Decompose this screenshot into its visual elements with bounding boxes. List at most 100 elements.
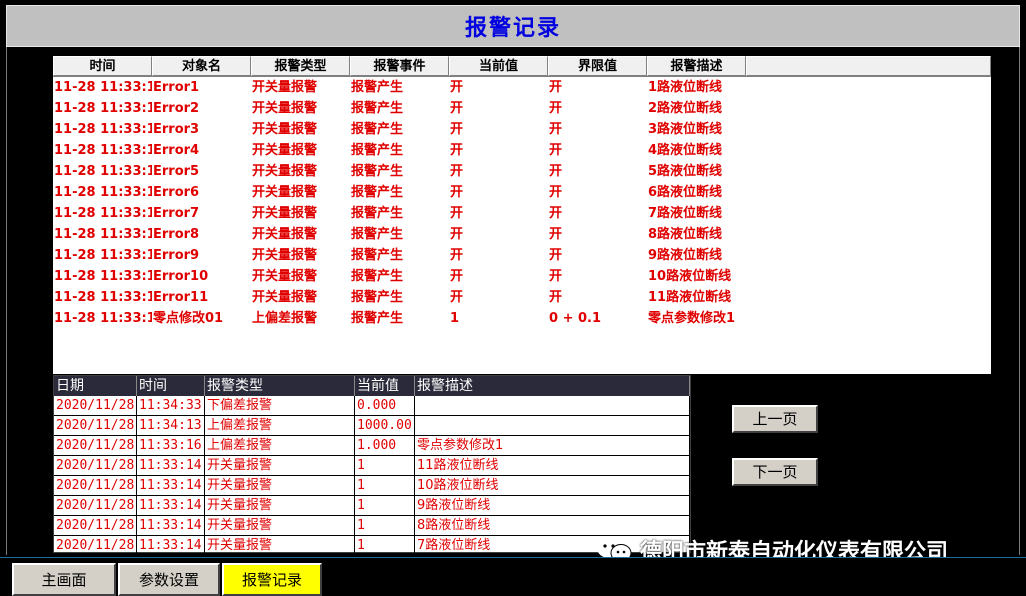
history-time: 11:33:14	[137, 456, 205, 475]
alarm-row[interactable]: 11-28 11:33:14Error1 开关量报警 报警产生 开 开 1路液位断线	[53, 77, 991, 98]
history-date: 2020/11/28	[54, 496, 137, 515]
history-current: 1.000	[355, 436, 415, 455]
history-row[interactable]: 2020/11/28 11:33:14 开关量报警 1 8路液位断线	[54, 516, 690, 536]
history-col-current: 当前值	[355, 376, 415, 396]
history-desc: 9路液位断线	[415, 496, 690, 515]
history-time: 11:34:13	[137, 416, 205, 435]
next-page-button[interactable]: 下一页	[732, 458, 818, 486]
alarm-col-event: 报警事件	[350, 56, 449, 76]
history-row[interactable]: 2020/11/28 11:33:14 开关量报警 1 10路液位断线	[54, 476, 690, 496]
alarm-current: 开	[450, 248, 464, 263]
alarm-limit: 开	[549, 248, 563, 263]
history-type: 开关量报警	[205, 516, 355, 535]
alarm-row[interactable]: 11-28 11:33:14Error3 开关量报警 报警产生 开 开 3路液位断线	[53, 119, 991, 140]
alarm-current: 开	[450, 206, 464, 221]
history-row[interactable]: 2020/11/28 11:34:33 下偏差报警 0.000	[54, 396, 690, 416]
alarm-type: 开关量报警	[252, 290, 318, 305]
alarm-row[interactable]: 11-28 11:33:14Error10 开关量报警 报警产生 开 开 10路液位断线	[53, 266, 991, 287]
alarm-desc: 零点参数修改1	[648, 311, 736, 326]
alarm-desc: 2路液位断线	[648, 101, 723, 116]
alarm-time: 11-28 11:33:14	[54, 143, 152, 158]
tab-alarm-records[interactable]: 报警记录	[222, 563, 322, 596]
alarm-type: 开关量报警	[252, 101, 318, 116]
history-current: 1	[355, 536, 415, 556]
screen-title: 报警记录	[464, 15, 561, 41]
alarm-event: 报警产生	[351, 101, 404, 116]
alarm-current: 开	[450, 122, 464, 137]
alarm-type: 开关量报警	[252, 122, 318, 137]
alarm-row[interactable]: 11-28 11:33:14Error2 开关量报警 报警产生 开 开 2路液位断线	[53, 98, 991, 119]
history-date: 2020/11/28	[54, 456, 137, 475]
history-alarm-table[interactable]: 日期 时间 报警类型 当前值 报警描述 2020/11/28 11:34:33 下偏…	[53, 375, 691, 556]
alarm-desc: 9路液位断线	[648, 248, 723, 263]
alarm-type: 开关量报警	[252, 269, 318, 284]
alarm-row[interactable]: 11-28 11:33:14Error4 开关量报警 报警产生 开 开 4路液位断线	[53, 140, 991, 161]
history-current: 0.000	[355, 396, 415, 415]
alarm-row[interactable]: 11-28 11:33:14Error7 开关量报警 报警产生 开 开 7路液位断线	[53, 203, 991, 224]
alarm-event: 报警产生	[351, 227, 404, 242]
alarm-limit: 开	[549, 269, 563, 284]
history-row[interactable]: 2020/11/28 11:34:13 上偏差报警 1000.00	[54, 416, 690, 436]
screen-title-bar: 报警记录	[6, 5, 1020, 47]
alarm-row[interactable]: 11-28 11:33:14Error5 开关量报警 报警产生 开 开 5路液位断线	[53, 161, 991, 182]
history-date: 2020/11/28	[54, 516, 137, 535]
history-date: 2020/11/28	[54, 536, 137, 556]
alarm-event: 报警产生	[351, 164, 404, 179]
alarm-limit: 开	[549, 164, 563, 179]
alarm-desc: 11路液位断线	[648, 290, 732, 305]
prev-page-button[interactable]: 上一页	[732, 405, 818, 433]
alarm-object: Error4	[153, 143, 200, 158]
alarm-row[interactable]: 11-28 11:33:16零点修改01 上偏差报警 报警产生 1 0 + 0.1 零点参…	[53, 308, 991, 329]
alarm-time: 11-28 11:33:14	[54, 185, 152, 200]
alarm-desc: 3路液位断线	[648, 122, 723, 137]
alarm-event: 报警产生	[351, 311, 404, 326]
realtime-alarm-table[interactable]: 时间 对象名 报警类型 报警事件 当前值 界限值 报警描述 11-28 11:3…	[53, 56, 991, 374]
history-current: 1	[355, 516, 415, 535]
history-row[interactable]: 2020/11/28 11:33:14 开关量报警 1 9路液位断线	[54, 496, 690, 516]
alarm-type: 开关量报警	[252, 80, 318, 95]
alarm-object: Error6	[153, 185, 200, 200]
history-table-header: 日期 时间 报警类型 当前值 报警描述	[54, 376, 690, 396]
bottom-tab-bar: 主画面 参数设置 报警记录	[0, 557, 1026, 596]
history-date: 2020/11/28	[54, 476, 137, 495]
alarm-limit: 开	[549, 101, 563, 116]
alarm-time: 11-28 11:33:14	[54, 122, 152, 137]
history-type: 开关量报警	[205, 476, 355, 495]
history-desc: 10路液位断线	[415, 476, 690, 495]
history-type: 下偏差报警	[205, 396, 355, 415]
alarm-current: 开	[450, 164, 464, 179]
history-date: 2020/11/28	[54, 396, 137, 415]
alarm-time: 11-28 11:33:14	[54, 101, 152, 116]
alarm-row[interactable]: 11-28 11:33:14Error11 开关量报警 报警产生 开 开 11路液位断线	[53, 287, 991, 308]
history-date: 2020/11/28	[54, 436, 137, 455]
alarm-limit: 开	[549, 290, 563, 305]
tab-parameter-settings[interactable]: 参数设置	[118, 563, 220, 596]
tab-main-screen[interactable]: 主画面	[12, 563, 116, 596]
history-row[interactable]: 2020/11/28 11:33:16 上偏差报警 1.000 零点参数修改1	[54, 436, 690, 456]
alarm-current: 开	[450, 269, 464, 284]
alarm-event: 报警产生	[351, 248, 404, 263]
alarm-desc: 7路液位断线	[648, 206, 723, 221]
history-time: 11:34:33	[137, 396, 205, 415]
alarm-limit: 开	[549, 122, 563, 137]
alarm-limit: 开	[549, 143, 563, 158]
alarm-table-header: 时间 对象名 报警类型 报警事件 当前值 界限值 报警描述	[53, 56, 991, 77]
history-time: 11:33:14	[137, 536, 205, 556]
alarm-row[interactable]: 11-28 11:33:14Error9 开关量报警 报警产生 开 开 9路液位断线	[53, 245, 991, 266]
alarm-object: Error3	[153, 122, 200, 137]
history-time: 11:33:14	[137, 496, 205, 515]
history-table-body: 2020/11/28 11:34:33 下偏差报警 0.000 2020/11/28 11…	[54, 396, 690, 556]
alarm-object: Error7	[153, 206, 200, 221]
alarm-time: 11-28 11:33:14	[54, 80, 152, 95]
alarm-row[interactable]: 11-28 11:33:14Error8 开关量报警 报警产生 开 开 8路液位断线	[53, 224, 991, 245]
alarm-time: 11-28 11:33:16	[54, 311, 152, 326]
alarm-time: 11-28 11:33:14	[54, 206, 152, 221]
alarm-row[interactable]: 11-28 11:33:14Error6 开关量报警 报警产生 开 开 6路液位断线	[53, 182, 991, 203]
history-row[interactable]: 2020/11/28 11:33:14 开关量报警 1 11路液位断线	[54, 456, 690, 476]
alarm-current: 开	[450, 143, 464, 158]
alarm-limit: 开	[549, 227, 563, 242]
alarm-type: 开关量报警	[252, 227, 318, 242]
alarm-current: 开	[450, 185, 464, 200]
alarm-limit: 开	[549, 206, 563, 221]
history-time: 11:33:14	[137, 516, 205, 535]
